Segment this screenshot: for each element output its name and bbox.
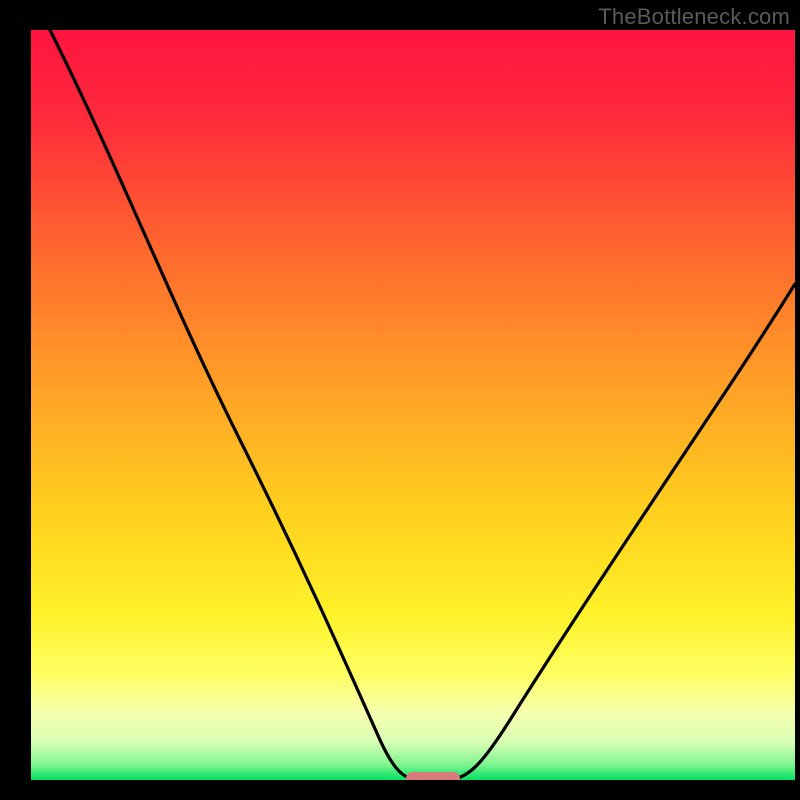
sweet-spot-marker [406,772,460,785]
plot-area [31,30,795,780]
chart-frame: TheBottleneck.com [0,0,800,800]
bottleneck-chart [0,0,800,800]
watermark-text: TheBottleneck.com [598,4,790,30]
